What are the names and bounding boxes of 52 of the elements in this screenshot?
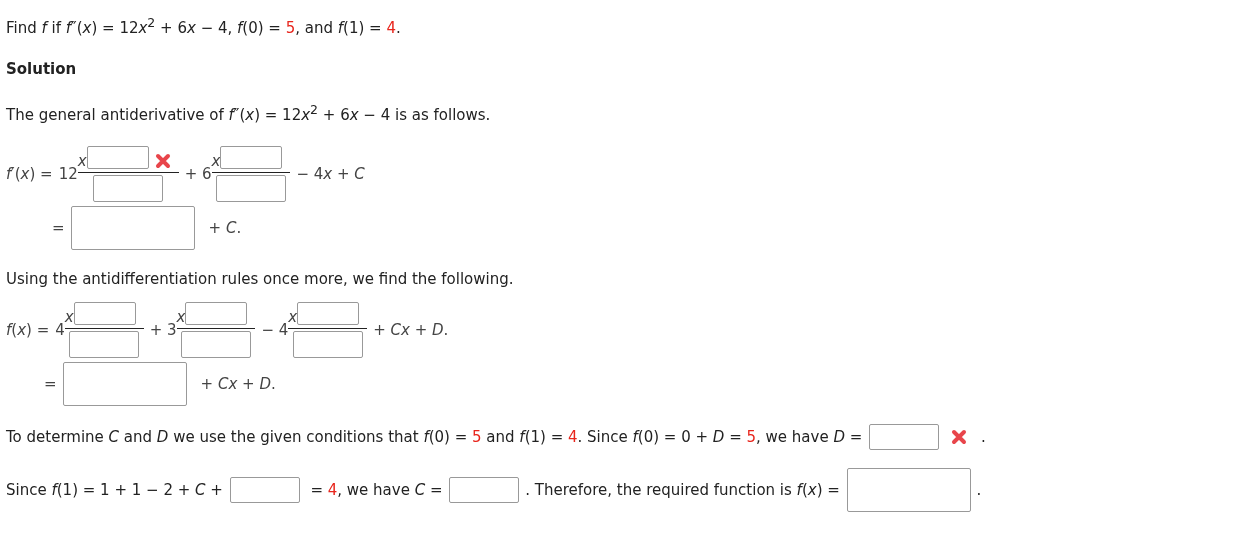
exponent-box[interactable]	[185, 302, 248, 325]
equals-text: =	[52, 219, 65, 237]
sentence-text: . Since f(0) = 0 + D =	[577, 428, 743, 446]
denominator-box[interactable]	[181, 331, 251, 358]
sentence-text: and f(1) =	[485, 428, 565, 446]
exponent-box[interactable]	[220, 146, 283, 169]
answer-box[interactable]	[70, 206, 195, 250]
sentence-text: Since f(1) = 1 + 1 − 2 + C +	[6, 481, 224, 499]
given-value: 4	[568, 428, 578, 446]
formula-text: + Cx + D.	[373, 321, 449, 339]
intro-text: The general antiderivative of f″(x) = 12x$^{2}$ + 6x − 4 is as follows.	[6, 101, 492, 126]
formula-text: + Cx + D.	[200, 375, 276, 393]
exponent-box[interactable]	[73, 302, 136, 325]
denominator-box[interactable]	[292, 331, 363, 358]
step-text: Using the antidifferentiation rules once more, we find the following.	[6, 269, 515, 290]
formula-text: − 4x + C	[296, 165, 365, 183]
formula-label: f(x) =	[6, 321, 50, 339]
coefficient-text: − 4	[261, 321, 289, 339]
given-value: 5	[746, 428, 757, 446]
sentence-text: . Therefore, the required function is f(x) =	[525, 481, 841, 499]
denominator-box[interactable]	[215, 175, 286, 202]
answer-box[interactable]	[846, 468, 971, 512]
formula-text: + C.	[208, 219, 242, 237]
exponent-box[interactable]	[297, 302, 360, 325]
solution-heading: Solution	[6, 59, 78, 79]
coefficient-text: + 6	[184, 165, 212, 183]
equals-text: =	[44, 375, 57, 393]
sentence-text: To determine C and D we use the given conditions that f(0) =	[6, 428, 469, 446]
denominator-box[interactable]	[93, 175, 164, 202]
sentence-text: .	[981, 428, 986, 446]
coefficient-text: 4	[55, 321, 65, 339]
sentence-text: , we have C =	[337, 481, 444, 499]
sentence-text: , we have D =	[756, 428, 864, 446]
answer-box[interactable]	[62, 362, 187, 406]
sentence-text: =	[309, 481, 324, 499]
denominator-box[interactable]	[69, 331, 140, 358]
problem-statement: Find f if f″(x) = 12x$^{2}$ + 6x − 4, f(0) = 5, and f(1) = 4.	[6, 14, 402, 39]
variable-text: x	[77, 154, 87, 168]
given-value: 4	[327, 481, 338, 499]
coefficient-text: + 3	[149, 321, 177, 339]
variable-text: x	[64, 310, 74, 324]
formula-label: f′(x) =	[6, 165, 53, 183]
coefficient-text: 12	[58, 165, 78, 183]
sentence-text: .	[976, 481, 982, 499]
variable-text: x	[176, 310, 186, 324]
given-value: 5	[472, 428, 482, 446]
exponent-box[interactable]	[86, 146, 149, 169]
answer-box[interactable]	[869, 424, 940, 450]
answer-box[interactable]	[229, 477, 300, 503]
answer-box[interactable]	[449, 477, 520, 503]
variable-text: x	[288, 310, 298, 324]
variable-text: x	[211, 154, 221, 168]
